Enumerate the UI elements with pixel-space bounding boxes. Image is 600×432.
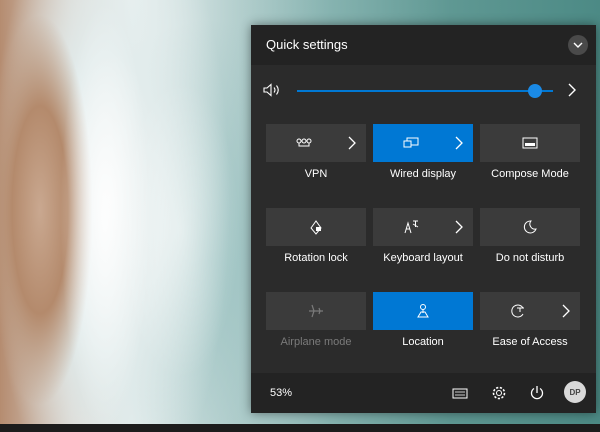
- chevron-down-icon: [573, 42, 583, 48]
- tile-label-compose-mode: Compose Mode: [491, 168, 569, 180]
- wired-display-chevron-icon[interactable]: [455, 136, 463, 150]
- vpn-chevron-icon[interactable]: [348, 136, 356, 150]
- compose-mode-tile[interactable]: [480, 124, 580, 162]
- quick-settings-panel: Quick settings VPN Wired display Compose…: [251, 25, 596, 413]
- tile-label-keyboard-layout: Keyboard layout: [383, 252, 463, 264]
- collapse-button[interactable]: [568, 35, 588, 55]
- tile-label-rotation-lock: Rotation lock: [284, 252, 348, 264]
- tile-label-ease-of-access: Ease of Access: [492, 336, 568, 348]
- quick-settings-footer: 53% DP: [251, 373, 596, 413]
- taskbar: [0, 424, 600, 432]
- compose-mode-icon: [522, 137, 538, 149]
- power-icon[interactable]: [529, 385, 545, 401]
- avatar[interactable]: DP: [564, 381, 586, 403]
- keyboard-icon[interactable]: [452, 385, 468, 401]
- gear-icon[interactable]: [491, 385, 507, 401]
- tile-label-vpn: VPN: [304, 168, 328, 180]
- tile-label-airplane-mode: Airplane mode: [280, 336, 352, 348]
- ease-of-access-tile[interactable]: [480, 292, 580, 330]
- tile-label-do-not-disturb: Do not disturb: [495, 252, 565, 264]
- volume-slider[interactable]: [297, 90, 553, 92]
- volume-row: [263, 81, 585, 101]
- volume-slider-thumb[interactable]: [528, 84, 543, 98]
- wired-display-icon: [403, 137, 419, 148]
- wallpaper-foam-secondary: [120, 80, 240, 380]
- quick-settings-header: Quick settings: [251, 25, 596, 65]
- keyboard-layout-icon: [404, 220, 419, 234]
- panel-title: Quick settings: [266, 37, 348, 52]
- keyboard-layout-tile[interactable]: [373, 208, 473, 246]
- vpn-icon: [296, 138, 312, 147]
- keyboard-layout-chevron-icon[interactable]: [455, 220, 463, 234]
- tile-label-location: Location: [402, 336, 444, 348]
- location-icon: [417, 304, 429, 318]
- vpn-tile[interactable]: [266, 124, 366, 162]
- rotation-lock-icon: [310, 220, 322, 235]
- tile-label-wired-display: Wired display: [389, 168, 457, 180]
- airplane-icon: [309, 304, 323, 318]
- battery-percentage: 53%: [270, 387, 293, 399]
- wired-display-tile[interactable]: [373, 124, 473, 162]
- speaker-icon[interactable]: [263, 83, 281, 97]
- location-tile[interactable]: [373, 292, 473, 330]
- ease-of-access-chevron-icon[interactable]: [562, 304, 570, 318]
- airplane-mode-tile[interactable]: [266, 292, 366, 330]
- do-not-disturb-tile[interactable]: [480, 208, 580, 246]
- moon-icon: [523, 220, 537, 234]
- ease-of-access-icon: [511, 304, 524, 318]
- chevron-right-icon[interactable]: [567, 82, 577, 98]
- rotation-lock-tile[interactable]: [266, 208, 366, 246]
